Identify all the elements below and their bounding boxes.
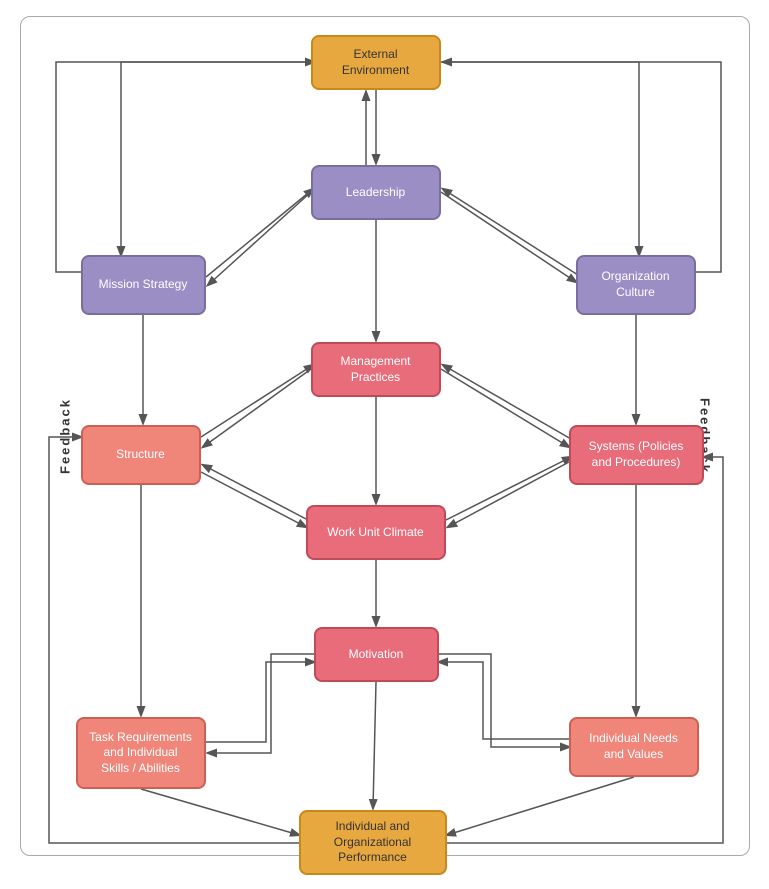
node-individual-needs: Individual Needsand Values bbox=[569, 717, 699, 777]
node-structure: Structure bbox=[81, 425, 201, 485]
node-organization-culture: OrganizationCulture bbox=[576, 255, 696, 315]
diagram-container: Feedback Feedback bbox=[20, 16, 750, 856]
node-motivation: Motivation bbox=[314, 627, 439, 682]
node-task-requirements: Task Requirementsand IndividualSkills / … bbox=[76, 717, 206, 789]
node-leadership: Leadership bbox=[311, 165, 441, 220]
node-work-unit-climate: Work Unit Climate bbox=[306, 505, 446, 560]
node-external-environment: ExternalEnvironment bbox=[311, 35, 441, 90]
node-systems: Systems (Policiesand Procedures) bbox=[569, 425, 704, 485]
node-management-practices: ManagementPractices bbox=[311, 342, 441, 397]
feedback-left-label: Feedback bbox=[57, 398, 72, 474]
node-individual-performance: Individual andOrganizationalPerformance bbox=[299, 810, 447, 875]
node-mission-strategy: Mission Strategy bbox=[81, 255, 206, 315]
